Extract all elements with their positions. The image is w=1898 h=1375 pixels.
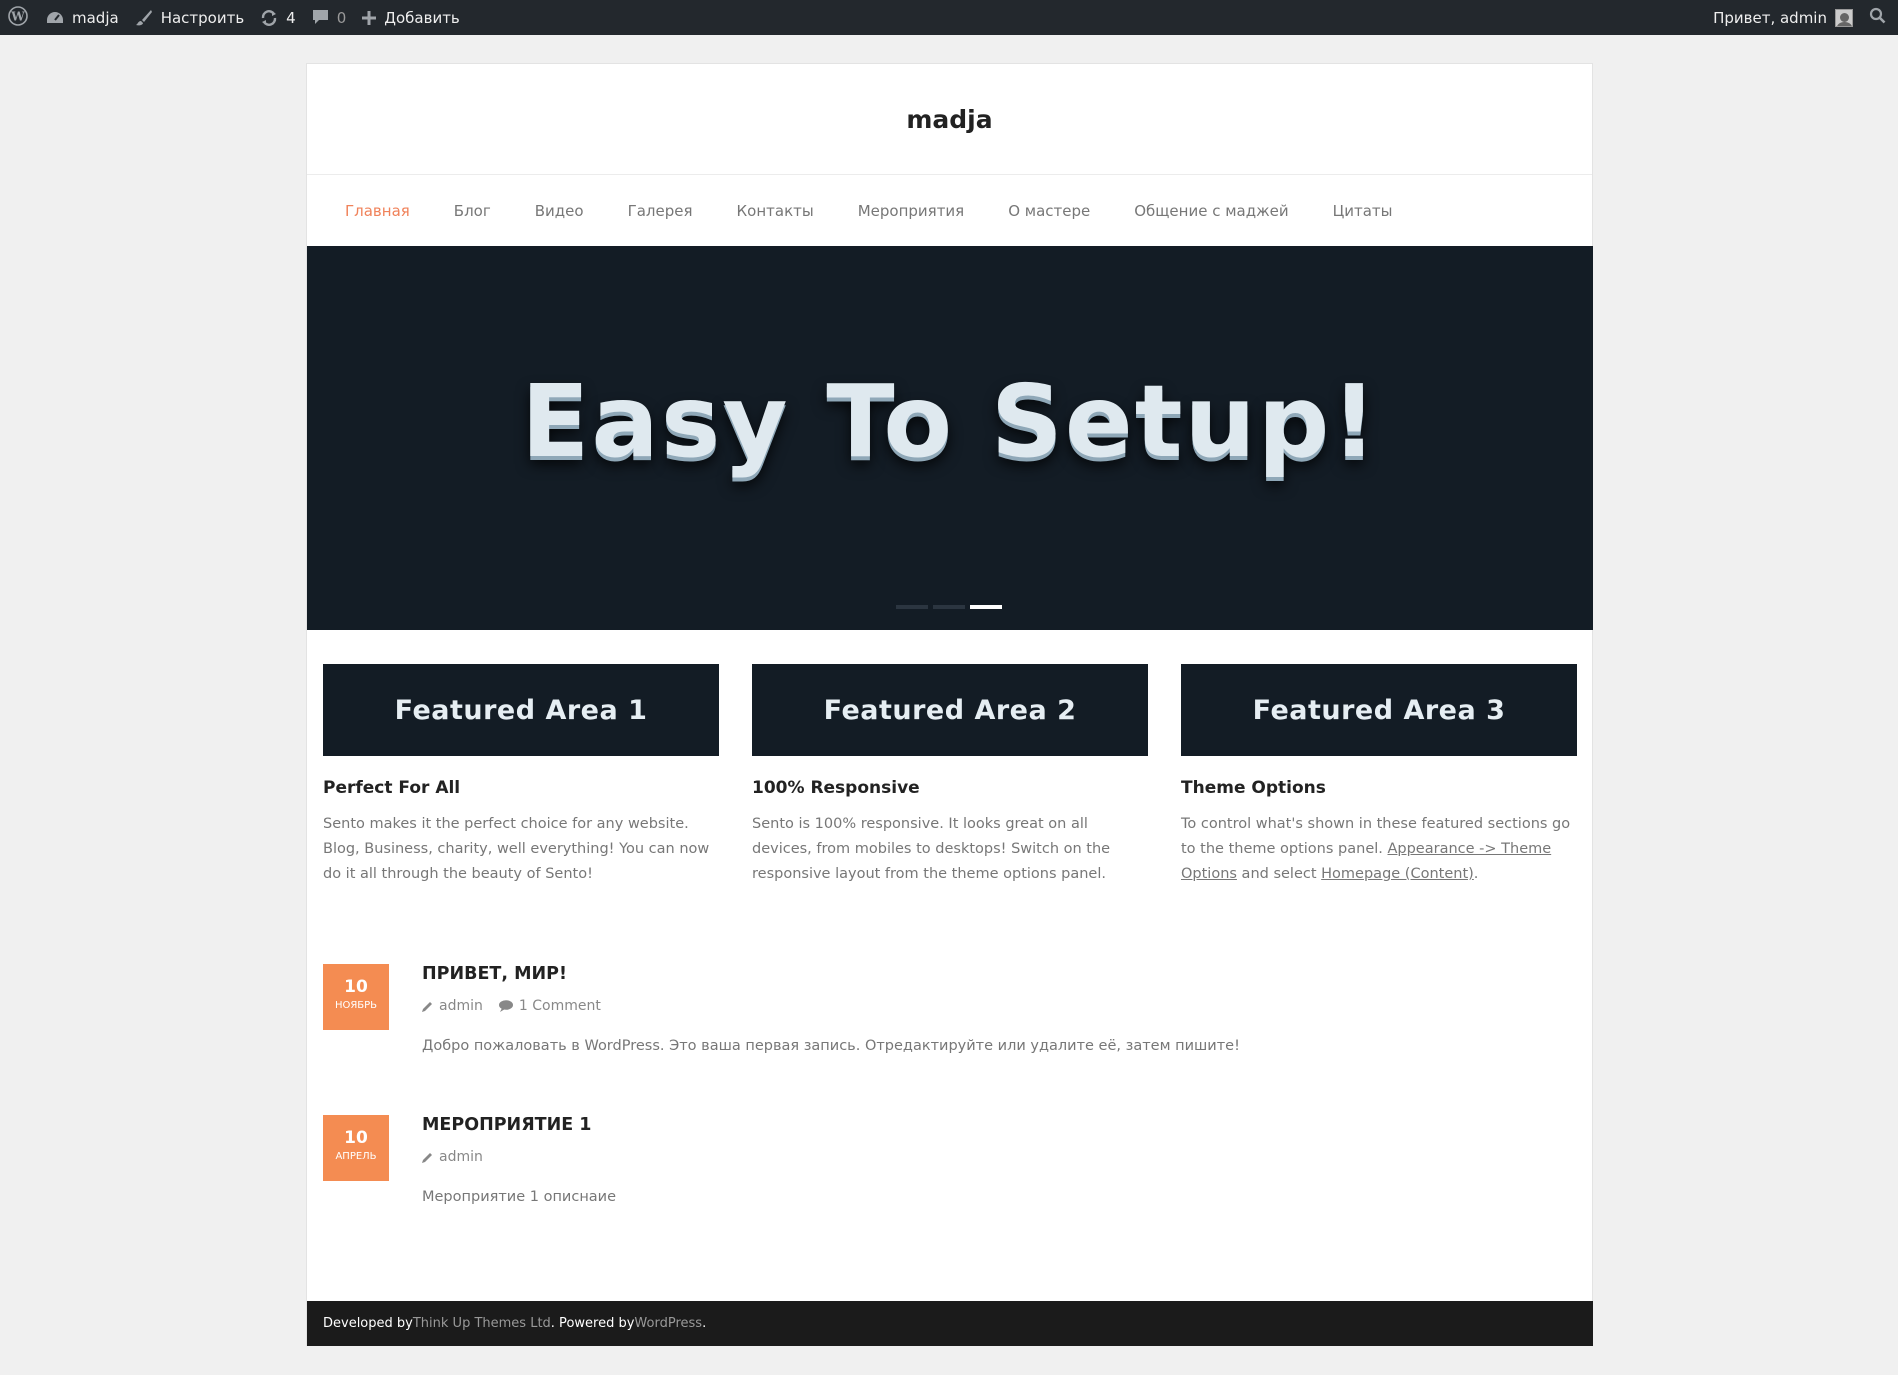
greeting-label: Привет, admin bbox=[1713, 8, 1827, 27]
post-title-2[interactable]: Мероприятие 1 bbox=[422, 1115, 1522, 1135]
comment-icon bbox=[312, 9, 329, 26]
footer-powered-by: . Powered by bbox=[550, 1316, 635, 1331]
post-author: admin bbox=[422, 1149, 483, 1165]
site-name-label: madja bbox=[72, 8, 119, 27]
post-body-1: Привет, мир! admin 1 Comment Добро пожал… bbox=[422, 964, 1522, 1054]
admin-bar: W madja Настроить 4 0 Добавить Привет, a… bbox=[0, 0, 1898, 35]
add-new-label: Добавить bbox=[384, 8, 460, 27]
pencil-icon bbox=[422, 1152, 432, 1163]
post-date-2: 10 Апрель bbox=[323, 1115, 389, 1181]
plus-icon bbox=[362, 10, 377, 25]
page-container: madja Главная Блог Видео Галерея Контакт… bbox=[306, 63, 1593, 1346]
svg-text:W: W bbox=[10, 9, 25, 23]
featured-banner-2[interactable]: Featured Area 2 bbox=[752, 664, 1148, 756]
post-title-1[interactable]: Привет, мир! bbox=[422, 964, 1522, 984]
featured-text-3-part2: and select bbox=[1236, 866, 1322, 882]
featured-title-2: 100% Responsive bbox=[752, 778, 920, 798]
featured-text-1: Sento makes it the perfect choice for an… bbox=[323, 816, 710, 882]
post-excerpt-1: Добро пожаловать в WordPress. Это ваша п… bbox=[422, 1038, 1240, 1054]
add-new-menu[interactable]: Добавить bbox=[354, 0, 468, 35]
post-meta-2: admin bbox=[422, 1149, 1522, 1165]
main-nav: Главная Блог Видео Галерея Контакты Меро… bbox=[307, 176, 1592, 246]
post-date-day: 10 bbox=[344, 1128, 368, 1148]
slider-dot-3[interactable] bbox=[970, 605, 1002, 609]
nav-item-events[interactable]: Мероприятия bbox=[858, 202, 964, 220]
brush-icon bbox=[135, 9, 153, 27]
footer-wordpress-link[interactable]: WordPress bbox=[634, 1316, 702, 1331]
nav-item-home[interactable]: Главная bbox=[345, 202, 410, 220]
comments-count: 0 bbox=[336, 8, 347, 27]
search-button[interactable] bbox=[1861, 0, 1898, 35]
nav-item-quotes[interactable]: Цитаты bbox=[1333, 202, 1393, 220]
site-name-menu[interactable]: madja bbox=[38, 0, 127, 35]
featured-area-2: Featured Area 2 100% Responsive Sento is… bbox=[752, 664, 1148, 887]
post-author-link[interactable]: admin bbox=[439, 1149, 483, 1165]
slider-dot-1[interactable] bbox=[896, 605, 928, 609]
customize-link[interactable]: Настроить bbox=[127, 0, 252, 35]
post-meta-1: admin 1 Comment bbox=[422, 998, 1522, 1014]
featured-text-3: To control what's shown in these feature… bbox=[1181, 812, 1577, 887]
admin-bar-right: Привет, admin bbox=[1705, 0, 1898, 35]
customize-label: Настроить bbox=[160, 8, 245, 27]
footer-developer-link[interactable]: Think Up Themes Ltd bbox=[413, 1316, 551, 1331]
wordpress-icon: W bbox=[8, 5, 28, 30]
post-date-month: Апрель bbox=[335, 1151, 377, 1162]
post-author: admin bbox=[422, 998, 483, 1014]
featured-area-3: Featured Area 3 Theme Options To control… bbox=[1181, 664, 1577, 887]
footer-end: . bbox=[702, 1316, 707, 1331]
post-author-link[interactable]: admin bbox=[439, 998, 483, 1014]
site-title[interactable]: madja bbox=[307, 64, 1592, 175]
slider-pagination bbox=[307, 246, 1593, 630]
nav-item-gallery[interactable]: Галерея bbox=[628, 202, 693, 220]
post-comments-link[interactable]: 1 Comment bbox=[519, 998, 601, 1014]
pencil-icon bbox=[422, 1001, 432, 1012]
comment-bubble-icon bbox=[498, 1000, 513, 1012]
featured-area-1: Featured Area 1 Perfect For All Sento ma… bbox=[323, 664, 719, 887]
site-footer: Developed by Think Up Themes Ltd. Powere… bbox=[307, 1301, 1593, 1346]
featured-text-2: Sento is 100% responsive. It looks great… bbox=[752, 816, 1111, 882]
nav-item-contacts[interactable]: Контакты bbox=[737, 202, 814, 220]
updates-count: 4 bbox=[286, 8, 296, 27]
search-icon bbox=[1869, 7, 1886, 28]
nav-item-video[interactable]: Видео bbox=[535, 202, 584, 220]
nav-item-about-master[interactable]: О мастере bbox=[1008, 202, 1090, 220]
hero-slider[interactable]: Easy To Setup! bbox=[307, 246, 1593, 630]
footer-developed-by: Developed by bbox=[323, 1316, 413, 1331]
wordpress-menu[interactable]: W bbox=[0, 0, 38, 35]
featured-banner-1[interactable]: Featured Area 1 bbox=[323, 664, 719, 756]
dashboard-icon bbox=[46, 10, 64, 26]
post-excerpt-2: Мероприятие 1 описнаие bbox=[422, 1189, 617, 1205]
avatar bbox=[1835, 8, 1853, 27]
post-date-month: Ноябрь bbox=[334, 1000, 378, 1011]
post-body-2: Мероприятие 1 admin Мероприятие 1 описна… bbox=[422, 1115, 1522, 1205]
featured-text-3-part3: . bbox=[1473, 866, 1479, 882]
featured-title-1: Perfect For All bbox=[323, 778, 461, 798]
nav-item-chat[interactable]: Общение с маджей bbox=[1134, 202, 1288, 220]
nav-item-blog[interactable]: Блог bbox=[454, 202, 491, 220]
homepage-content-link[interactable]: Homepage (Content) bbox=[1321, 866, 1474, 882]
post-date-day: 10 bbox=[344, 977, 368, 997]
admin-bar-left: W madja Настроить 4 0 Добавить bbox=[0, 0, 468, 35]
post-comments: 1 Comment bbox=[498, 998, 601, 1014]
my-account-menu[interactable]: Привет, admin bbox=[1705, 0, 1861, 35]
slider-dot-2[interactable] bbox=[933, 605, 965, 609]
post-date-1: 10 Ноябрь bbox=[323, 964, 389, 1030]
featured-banner-3[interactable]: Featured Area 3 bbox=[1181, 664, 1577, 756]
updates-link[interactable]: 4 bbox=[252, 0, 304, 35]
refresh-icon bbox=[260, 9, 278, 27]
featured-title-3: Theme Options bbox=[1181, 778, 1326, 798]
comments-link[interactable]: 0 bbox=[304, 0, 355, 35]
